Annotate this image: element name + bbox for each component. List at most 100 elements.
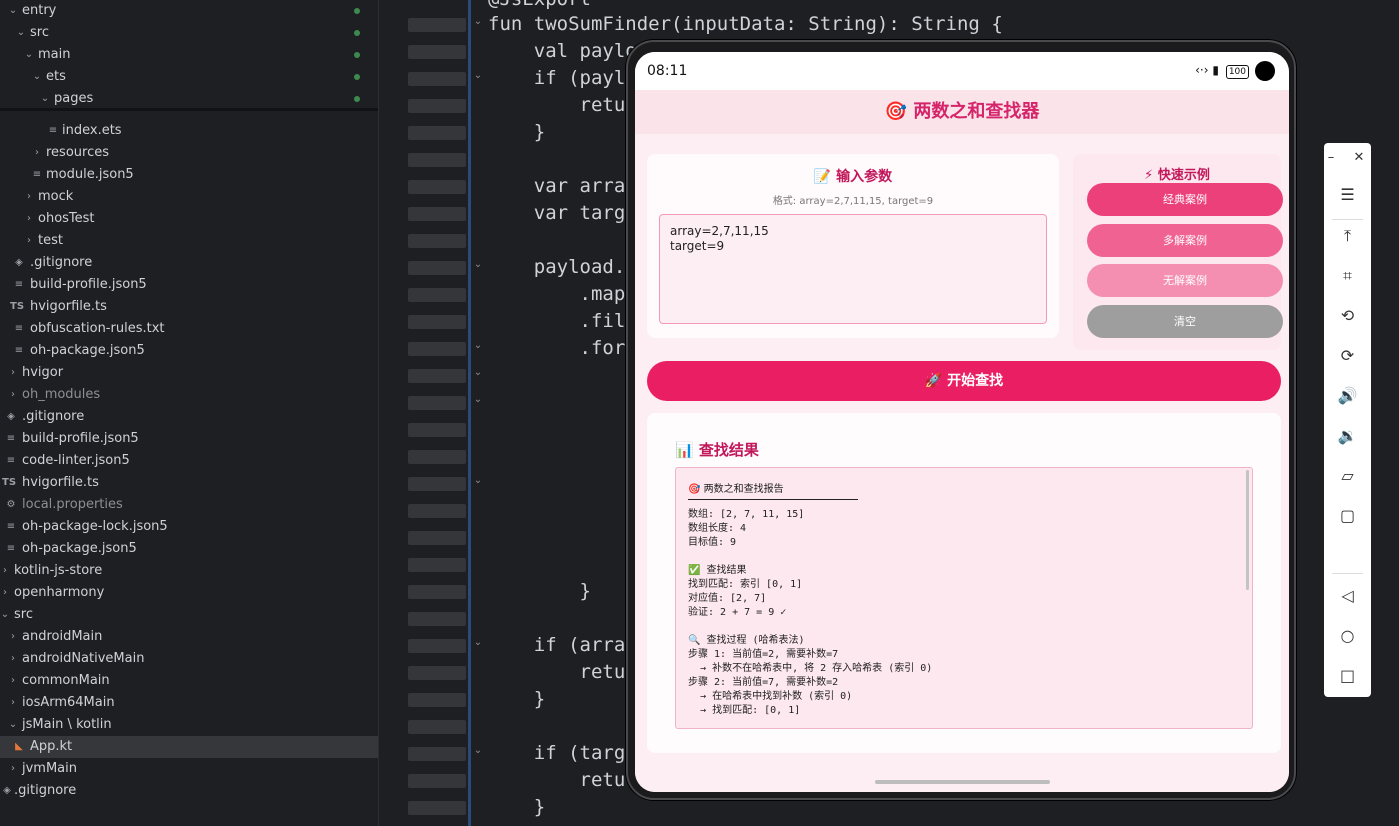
result-card: 📊 查找结果 🎯 两数之和查找报告 数组: [2, 7, 11, 15] 数组长… xyxy=(647,413,1281,753)
tree-item-androidnativemain[interactable]: › androidNativeMain xyxy=(0,648,378,670)
fold-device-icon[interactable]: ▱ xyxy=(1324,461,1371,491)
result-report-box[interactable]: 🎯 两数之和查找报告 数组: [2, 7, 11, 15] 数组长度: 4 目标… xyxy=(675,467,1253,729)
fold-chevron-icon[interactable]: ⌄ xyxy=(472,637,484,648)
multi-solution-example-button[interactable]: 多解案例 xyxy=(1087,224,1283,257)
line-number xyxy=(408,774,466,788)
tree-item-oh-modules[interactable]: › oh_modules xyxy=(0,384,378,406)
phone-emulator-frame: 08:11 ‹·› ▮ 100 🎯 两数之和查找器 📝 输入参数 格式: arr… xyxy=(626,40,1296,800)
tree-item-build-profile[interactable]: ≡ build-profile.json5 xyxy=(0,274,378,296)
fullscreen-icon[interactable]: ▢ xyxy=(1324,501,1371,531)
tree-item-openharmony[interactable]: › openharmony xyxy=(0,582,378,604)
file-icon: ≡ xyxy=(6,521,16,532)
tree-item-entry[interactable]: ⌄ entry xyxy=(0,0,378,22)
no-solution-example-button[interactable]: 无解案例 xyxy=(1087,264,1283,297)
back-icon[interactable]: ◁ xyxy=(1324,581,1371,611)
report-title: 🎯 两数之和查找报告 xyxy=(688,480,784,495)
start-search-button[interactable]: 🚀 开始查找 xyxy=(647,361,1281,401)
tree-item-src[interactable]: ⌄ src xyxy=(0,22,378,44)
report-scrollbar[interactable] xyxy=(1246,470,1249,590)
code-line: var targe xyxy=(488,202,637,224)
fold-chevron-icon[interactable]: ⌄ xyxy=(472,70,484,81)
tree-item-hvigorfile-root[interactable]: TS hvigorfile.ts xyxy=(0,472,378,494)
tree-item-hvigor[interactable]: › hvigor xyxy=(0,362,378,384)
line-number xyxy=(408,450,466,464)
tree-item-index-ets[interactable]: ≡ index.ets xyxy=(0,120,378,142)
tree-item-oh-package[interactable]: ≡ oh-package.json5 xyxy=(0,340,378,362)
line-number xyxy=(408,747,466,761)
code-line: if (targe xyxy=(488,742,637,764)
tree-item-iosarm64main[interactable]: › iosArm64Main xyxy=(0,692,378,714)
tree-item-module-json5[interactable]: ≡ module.json5 xyxy=(0,164,378,186)
input-card-title: 📝 输入参数 xyxy=(647,166,1059,186)
line-number xyxy=(408,531,466,545)
line-number xyxy=(408,288,466,302)
tree-item-gitignore-bottom[interactable]: ◈ .gitignore xyxy=(0,780,378,802)
fold-chevron-icon[interactable]: ⌄ xyxy=(472,367,484,378)
line-number xyxy=(408,18,466,32)
crop-screenshot-icon[interactable]: ⌗ xyxy=(1324,261,1371,291)
tree-item-ets[interactable]: ⌄ ets xyxy=(0,66,378,88)
code-line: .map xyxy=(488,283,626,305)
code-line: fun twoSumFinder(inputData: String): Str… xyxy=(488,13,1003,35)
tree-item-kotlin-js-store[interactable]: › kotlin-js-store xyxy=(0,560,378,582)
home-indicator[interactable] xyxy=(875,780,1050,784)
tree-item-oh-package-root[interactable]: ≡ oh-package.json5 xyxy=(0,538,378,560)
tree-item-jsmain-kotlin[interactable]: ⌄ jsMain \ kotlin xyxy=(0,714,378,736)
code-line: retur xyxy=(488,769,637,791)
classic-example-button[interactable]: 经典案例 xyxy=(1087,183,1283,216)
tree-item-build-profile-root[interactable]: ≡ build-profile.json5 xyxy=(0,428,378,450)
tree-item-gitignore-root[interactable]: ◈ .gitignore xyxy=(0,406,378,428)
tree-item-gitignore[interactable]: ◈ .gitignore xyxy=(0,252,378,274)
tree-item-obfuscation-rules[interactable]: ≡ obfuscation-rules.txt xyxy=(0,318,378,340)
close-icon[interactable]: ✕ xyxy=(1344,143,1374,173)
code-line: } xyxy=(488,796,546,818)
minimize-icon[interactable]: – xyxy=(1316,143,1346,173)
tree-item-mock[interactable]: › mock xyxy=(0,186,378,208)
code-line: .filt xyxy=(488,310,637,332)
sticky-header-shadow xyxy=(0,108,378,111)
fold-chevron-icon[interactable]: ⌄ xyxy=(472,340,484,351)
pin-top-icon[interactable]: ⤒ xyxy=(1324,221,1371,251)
tree-item-code-linter[interactable]: ≡ code-linter.json5 xyxy=(0,450,378,472)
rotate-right-icon[interactable]: ⟳ xyxy=(1324,341,1371,371)
fold-chevron-icon[interactable]: ⌄ xyxy=(472,475,484,486)
fold-chevron-icon[interactable]: ⌄ xyxy=(472,259,484,270)
rotate-left-icon[interactable]: ⟲ xyxy=(1324,301,1371,331)
tree-item-main[interactable]: ⌄ main xyxy=(0,44,378,66)
input-title-label: 输入参数 xyxy=(836,169,893,185)
tree-item-ohostest[interactable]: › ohosTest xyxy=(0,208,378,230)
volume-up-icon[interactable]: 🔊 xyxy=(1324,381,1371,411)
line-number xyxy=(408,720,466,734)
line-number xyxy=(408,504,466,518)
line-number xyxy=(408,558,466,572)
camera-cutout xyxy=(1255,61,1275,81)
status-time: 08:11 xyxy=(647,63,688,79)
tree-item-oh-package-lock[interactable]: ≡ oh-package-lock.json5 xyxy=(0,516,378,538)
recents-icon[interactable]: □ xyxy=(1324,661,1371,691)
home-icon[interactable]: ○ xyxy=(1324,621,1371,651)
tree-item-src-root[interactable]: ⌄ src xyxy=(0,604,378,626)
rocket-icon: 🚀 xyxy=(924,373,943,389)
file-icon: ≡ xyxy=(14,279,24,290)
tree-item-jvmmain[interactable]: › jvmMain xyxy=(0,758,378,780)
tree-item-test[interactable]: › test xyxy=(0,230,378,252)
tree-item-resources[interactable]: › resources xyxy=(0,142,378,164)
line-number xyxy=(408,342,466,356)
tree-item-pages[interactable]: ⌄ pages xyxy=(0,88,378,110)
tree-item-androidmain[interactable]: › androidMain xyxy=(0,626,378,648)
tree-item-hvigorfile[interactable]: TS hvigorfile.ts xyxy=(0,296,378,318)
gear-icon: ⚙ xyxy=(6,499,16,510)
menu-icon[interactable]: ☰ xyxy=(1324,180,1371,210)
volume-down-icon[interactable]: 🔉 xyxy=(1324,421,1371,451)
fold-chevron-icon[interactable]: ⌄ xyxy=(472,16,484,27)
clear-button[interactable]: 清空 xyxy=(1087,305,1283,338)
code-line: var array xyxy=(488,175,637,197)
fold-chevron-icon[interactable]: ⌄ xyxy=(472,745,484,756)
line-number xyxy=(408,423,466,437)
tree-item-local-properties[interactable]: ⚙ local.properties xyxy=(0,494,378,516)
file-icon: ≡ xyxy=(14,345,24,356)
tree-item-app-kt[interactable]: ◣ App.kt xyxy=(0,736,378,758)
fold-chevron-icon[interactable]: ⌄ xyxy=(472,394,484,405)
input-textarea[interactable]: array=2,7,11,15 target=9 xyxy=(659,214,1047,324)
tree-item-commonmain[interactable]: › commonMain xyxy=(0,670,378,692)
